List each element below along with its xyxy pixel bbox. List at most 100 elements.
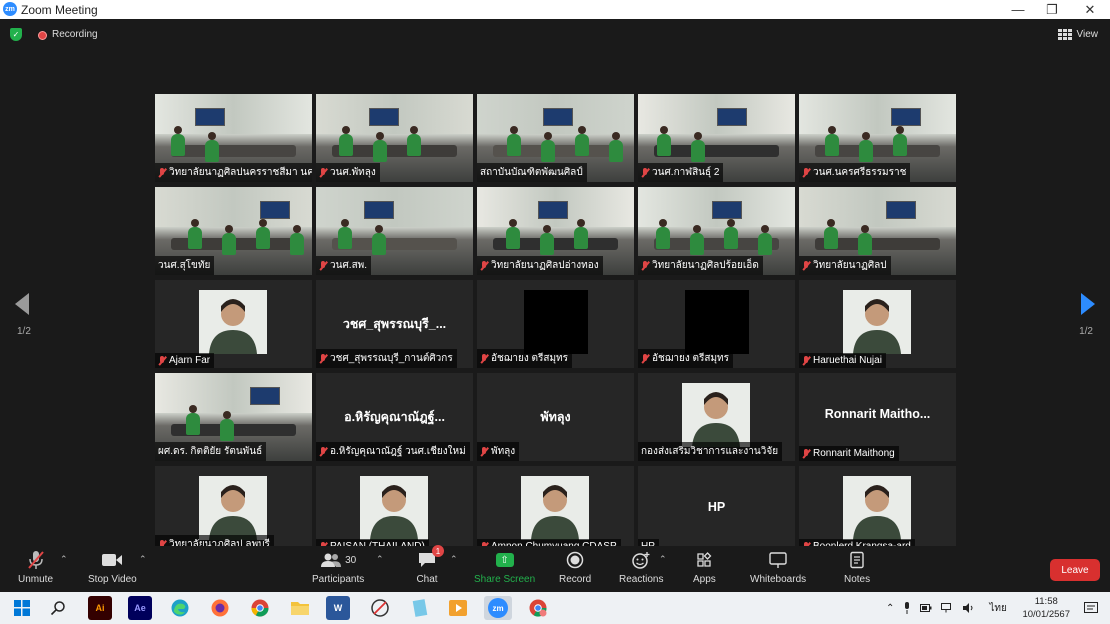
stop-video-button[interactable]: Stop Video (88, 550, 137, 585)
shield-check-icon[interactable]: ✓ (10, 28, 22, 41)
chat-caret-icon[interactable]: ⌃ (450, 554, 458, 565)
reactions-button[interactable]: Reactions (619, 550, 663, 585)
participant-name-label: ผศ.ดร. กิตติยัย รัตนพันธ์ (155, 442, 267, 461)
share-screen-label: Share Screen (474, 574, 536, 585)
chrome-alt-icon[interactable] (526, 596, 550, 620)
app-icon[interactable] (368, 596, 392, 620)
participant-tile[interactable]: วนศ.นครศรีธรรมราช (799, 94, 956, 182)
zoom-icon[interactable]: zm (484, 596, 512, 620)
microphone-tray-icon (905, 602, 910, 614)
volume-icon (963, 603, 973, 613)
close-icon[interactable]: ✕ (1072, 0, 1108, 19)
clock-date: 10/01/2567 (1022, 609, 1070, 620)
microphone-muted-icon (802, 448, 810, 459)
view-button[interactable]: View (1057, 29, 1098, 40)
participant-tile[interactable]: กองส่งเสริมวิชาการและงานวิจัย (638, 373, 795, 461)
participant-avatar (685, 290, 749, 354)
participant-name-label: วิทยาลัยนาฏศิลปนครราชสีมา นครา... (155, 163, 312, 182)
participant-name-label: วิทยาลัยนาฏศิลป (799, 256, 891, 275)
participant-tile[interactable]: Ampon Chumyuang CDASP (477, 466, 634, 554)
media-player-icon[interactable] (446, 596, 470, 620)
participant-name: วนศ.พัทลุง (330, 167, 376, 178)
participant-tile[interactable]: PAISAN (THAILAND) (316, 466, 473, 554)
firefox-icon[interactable] (208, 596, 232, 620)
participant-name: วิทยาลัยนาฏศิลปนครราชสีมา นครา... (169, 167, 312, 178)
participant-tile[interactable]: วนศ.พัทลุง (316, 94, 473, 182)
next-page-icon[interactable] (1081, 293, 1095, 315)
after-effects-icon[interactable]: Ae (128, 596, 152, 620)
participant-tile[interactable]: อัชฌายง ตรีสมุทร (638, 280, 795, 368)
edge-icon[interactable] (168, 596, 192, 620)
participant-tile[interactable]: Ronnarit Maitho... Ronnarit Maithong (799, 373, 956, 461)
leave-button[interactable]: Leave (1050, 559, 1100, 581)
file-explorer-icon[interactable] (288, 596, 312, 620)
page-indicator-right: 1/2 (1079, 326, 1093, 337)
participant-display-name: อ.หิรัญคุณาณัฎฐ์... (344, 410, 445, 424)
record-button[interactable]: Record (559, 550, 591, 585)
grid-view-icon (1057, 29, 1072, 40)
apps-button[interactable]: Apps (693, 550, 716, 585)
participant-tile[interactable]: ผศ.ดร. กิตติยัย รัตนพันธ์ (155, 373, 312, 461)
participants-caret-icon[interactable]: ⌃ (376, 554, 384, 565)
chat-button[interactable]: 1 Chat (416, 545, 444, 585)
illustrator-icon[interactable]: Ai (88, 596, 112, 620)
chrome-icon[interactable] (248, 596, 272, 620)
participant-name: สถาบันบัณฑิตพัฒนศิลป์ (480, 167, 583, 178)
participant-tile[interactable]: วิทยาลัยนาฏศิลป ลพบุรี (155, 466, 312, 554)
search-icon[interactable] (46, 596, 70, 620)
whiteboards-button[interactable]: Whiteboards (750, 550, 806, 585)
apps-label: Apps (693, 574, 716, 585)
notes-icon (846, 550, 868, 570)
previous-page-icon[interactable] (15, 293, 29, 315)
participant-tile[interactable]: HPHP (638, 466, 795, 554)
participant-avatar (199, 476, 267, 540)
video-options-caret-icon[interactable]: ⌃ (139, 554, 147, 565)
participant-name-label: วนศ.สพ. (316, 256, 372, 275)
participants-button[interactable]: 30 Participants (312, 550, 364, 585)
word-icon[interactable]: W (326, 596, 350, 620)
reactions-smiley-icon (630, 550, 652, 570)
system-clock[interactable]: 11:58 10/01/2567 (1022, 595, 1070, 621)
participant-tile[interactable]: วิทยาลัยนาฏศิลปร้อยเอ็ด (638, 187, 795, 275)
participant-name-label: วนศ.สุโขทัย (155, 256, 215, 275)
participant-tile[interactable]: สถาบันบัณฑิตพัฒนศิลป์ (477, 94, 634, 182)
audio-options-caret-icon[interactable]: ⌃ (60, 554, 68, 565)
battery-icon (920, 604, 932, 612)
minimize-icon[interactable]: — (1000, 0, 1036, 19)
microphone-muted-icon (319, 446, 327, 457)
microphone-muted-icon (158, 167, 166, 178)
restore-icon[interactable]: ❐ (1034, 0, 1070, 19)
show-hidden-icons-chevron-icon[interactable]: ⌃ (886, 603, 894, 614)
notes-button[interactable]: Notes (844, 550, 870, 585)
participant-tile[interactable]: Ajarn Far (155, 280, 312, 368)
reactions-caret-icon[interactable]: ⌃ (659, 554, 667, 565)
zoom-logo-icon: zm (3, 2, 17, 16)
participant-tile[interactable]: Haruethai Nujai (799, 280, 956, 368)
microphone-muted-icon (480, 260, 488, 271)
language-indicator[interactable]: ไทย (989, 601, 1006, 616)
participant-tile[interactable]: อ.หิรัญคุณาณัฎฐ์... อ.หิรัญคุณาณัฎฐ์ วนศ.… (316, 373, 473, 461)
windows-start-icon[interactable] (10, 596, 34, 620)
participant-tile[interactable]: วนศ.สพ. (316, 187, 473, 275)
participant-name: กองส่งเสริมวิชาการและงานวิจัย (641, 446, 779, 457)
participant-tile[interactable]: วชศ_สุพรรณบุรี_... วชศ_สุพรรณบุรี_กานต์ศิ… (316, 280, 473, 368)
notepad-icon[interactable] (408, 596, 432, 620)
notifications-icon[interactable] (1084, 592, 1098, 624)
participant-tile[interactable]: วิทยาลัยนาฏศิลปนครราชสีมา นครา... (155, 94, 312, 182)
participant-name: วนศ.สพ. (330, 260, 368, 271)
participant-tile[interactable]: Boonlerd Krangsa-ard (799, 466, 956, 554)
chat-label: Chat (416, 574, 438, 585)
participant-tile[interactable]: วิทยาลัยนาฏศิลปอ่างทอง (477, 187, 634, 275)
participant-tile[interactable]: วนศ.สุโขทัย (155, 187, 312, 275)
participant-tile[interactable]: วิทยาลัยนาฏศิลป (799, 187, 956, 275)
unmute-button[interactable]: Unmute (18, 550, 53, 585)
participant-tile[interactable]: พัทลุง พัทลุง (477, 373, 634, 461)
participant-name-label: อ.หิรัญคุณาณัฎฐ์ วนศ.เชียงใหม่ (316, 442, 470, 461)
participant-tile[interactable]: อัชฌายง ตรีสมุทร (477, 280, 634, 368)
participant-tile[interactable]: วนศ.กาฬสินธุ์ 2 (638, 94, 795, 182)
whiteboard-icon (767, 550, 789, 570)
participant-avatar (521, 476, 589, 540)
share-screen-button[interactable]: ⇧ Share Screen (474, 550, 535, 585)
participant-name: พัทลุง (491, 446, 516, 457)
record-label: Record (559, 574, 592, 585)
